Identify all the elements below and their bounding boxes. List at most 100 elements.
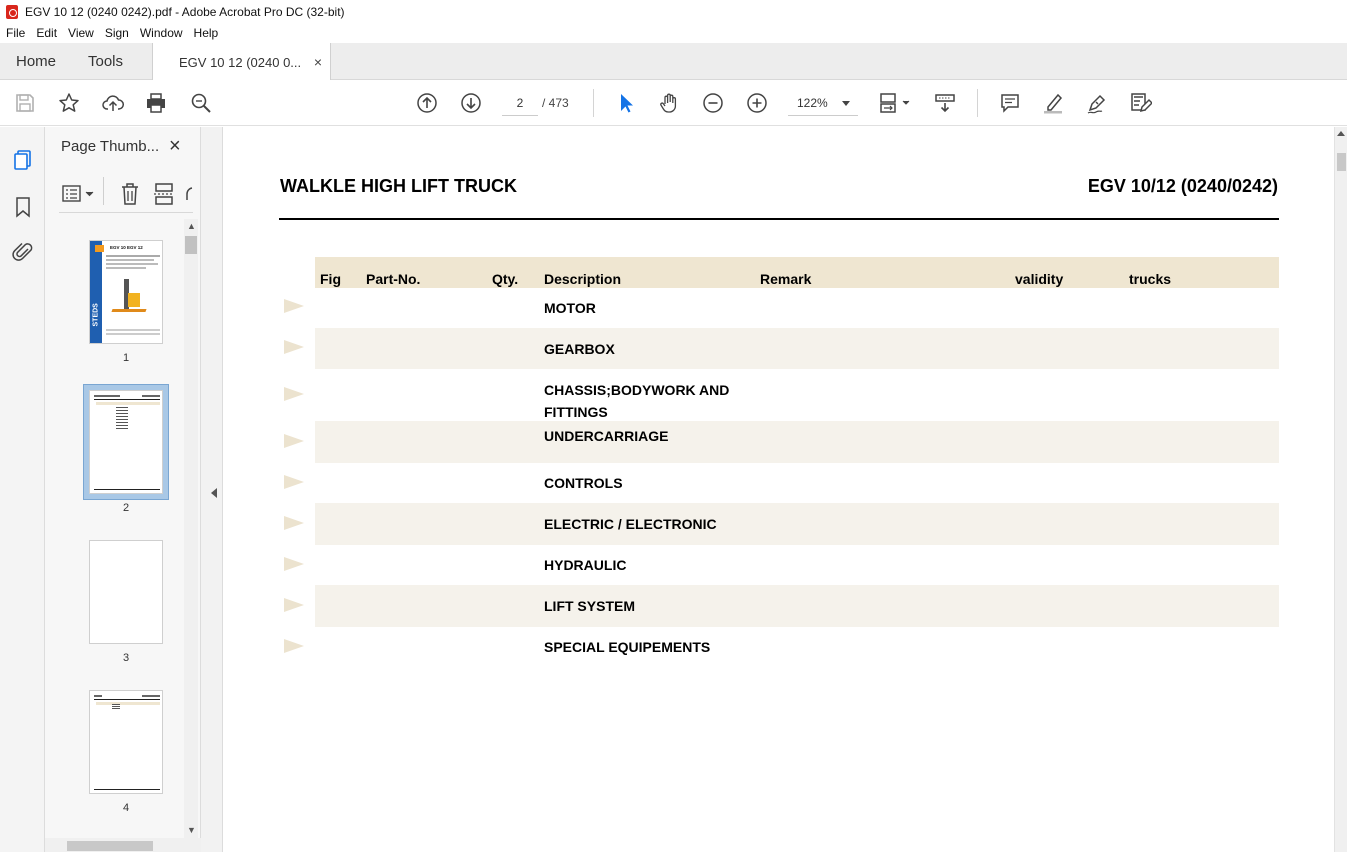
table-row: MOTOR — [315, 288, 1279, 328]
table-row: CONTROLS — [315, 463, 1279, 503]
page-fit-icon[interactable] — [877, 91, 913, 115]
menu-view[interactable]: View — [68, 26, 94, 40]
tab-tools[interactable]: Tools — [88, 43, 123, 80]
section-gearbox[interactable]: GEARBOX — [544, 338, 615, 360]
scroll-up-icon[interactable]: ▲ — [187, 221, 196, 231]
table-header: Fig Part-No. Qty. Description Remark val… — [315, 257, 1279, 288]
section-link-arrow-icon[interactable] — [284, 387, 304, 401]
page-thumbnails-icon[interactable] — [11, 148, 35, 172]
previous-page-icon[interactable] — [415, 91, 439, 115]
tool-divider — [103, 177, 104, 205]
page-thumbnail-1[interactable]: STEDS EGV 10 EGV 12 — [89, 240, 163, 344]
thumbnail-scrollbar[interactable]: ▲ ▼ — [184, 219, 198, 839]
cover-text-line — [106, 329, 160, 331]
cover-text-line — [106, 255, 160, 257]
scroll-mode-icon[interactable] — [933, 91, 957, 115]
scrollbar-handle[interactable] — [67, 841, 153, 851]
zoom-level-value: 122% — [797, 96, 828, 110]
section-electric-electronic[interactable]: ELECTRIC / ELECTRONIC — [544, 513, 717, 535]
print-icon[interactable] — [144, 91, 168, 115]
page-thumbnail-4[interactable] — [89, 690, 163, 794]
page-thumbnail-3[interactable] — [89, 540, 163, 644]
zoom-out-icon[interactable] — [701, 91, 725, 115]
toolbar-divider — [593, 89, 594, 117]
thumb-row-lines — [116, 407, 128, 429]
column-header-trucks: trucks — [1129, 271, 1172, 287]
zoom-level-dropdown[interactable]: 122% — [788, 90, 858, 116]
table-row: CHASSIS;BODYWORK AND FITTINGS — [315, 369, 1279, 421]
menu-edit[interactable]: Edit — [36, 26, 57, 40]
section-link-arrow-icon[interactable] — [284, 434, 304, 448]
thumbnail-options-icon[interactable] — [61, 182, 95, 206]
tab-close-icon[interactable]: × — [314, 54, 322, 70]
menu-sign[interactable]: Sign — [105, 26, 129, 40]
hand-tool-icon[interactable] — [657, 91, 681, 115]
bookmark-icon[interactable] — [11, 195, 35, 219]
window-title: EGV 10 12 (0240 0242).pdf - Adobe Acroba… — [25, 4, 345, 19]
scroll-down-icon[interactable]: ▼ — [187, 825, 196, 835]
toolbar-divider — [977, 89, 978, 117]
section-link-arrow-icon[interactable] — [284, 340, 304, 354]
upload-cloud-icon[interactable] — [101, 91, 125, 115]
section-undercarriage[interactable]: UNDERCARRIAGE — [544, 425, 668, 447]
section-chassis-bodywork[interactable]: CHASSIS;BODYWORK AND FITTINGS — [544, 379, 754, 423]
menu-window[interactable]: Window — [140, 26, 183, 40]
table-row: HYDRAULIC — [315, 545, 1279, 585]
scrollbar-handle[interactable] — [1337, 153, 1346, 171]
collapse-arrow-icon[interactable] — [211, 488, 217, 498]
tab-home[interactable]: Home — [16, 43, 56, 80]
thumbnail-horizontal-scrollbar[interactable] — [45, 838, 201, 852]
section-controls[interactable]: CONTROLS — [544, 472, 623, 494]
section-link-arrow-icon[interactable] — [284, 557, 304, 571]
section-link-arrow-icon[interactable] — [284, 639, 304, 653]
extract-pages-icon[interactable] — [153, 182, 175, 206]
section-lift-system[interactable]: LIFT SYSTEM — [544, 595, 635, 617]
cover-text-line — [106, 259, 154, 261]
cover-brand-text: STEDS — [92, 303, 100, 327]
table-row: LIFT SYSTEM — [315, 585, 1279, 627]
edit-document-icon[interactable] — [1129, 91, 1153, 115]
thumb-text-line — [94, 695, 102, 697]
panel-collapse-strip[interactable] — [201, 127, 223, 852]
select-cursor-icon[interactable] — [614, 91, 638, 115]
section-link-arrow-icon[interactable] — [284, 516, 304, 530]
table-row: UNDERCARRIAGE — [315, 421, 1279, 463]
highlight-pen-icon[interactable] — [1041, 91, 1065, 115]
menu-help[interactable]: Help — [194, 26, 219, 40]
section-link-arrow-icon[interactable] — [284, 299, 304, 313]
next-page-icon[interactable] — [459, 91, 483, 115]
document-scrollbar[interactable] — [1334, 127, 1347, 852]
save-icon[interactable] — [13, 91, 37, 115]
thumb-row-lines — [112, 704, 120, 710]
find-zoom-icon[interactable] — [189, 91, 213, 115]
attachment-icon[interactable] — [11, 240, 35, 264]
section-link-arrow-icon[interactable] — [284, 598, 304, 612]
tab-document[interactable]: EGV 10 12 (0240 0... × — [152, 43, 331, 81]
page-number-input[interactable]: 2 — [502, 90, 538, 116]
comment-icon[interactable] — [998, 91, 1022, 115]
page-thumbnail-2[interactable] — [89, 390, 163, 494]
scrollbar-handle[interactable] — [185, 236, 197, 254]
close-panel-icon[interactable]: × — [169, 135, 181, 158]
section-special-equipements[interactable]: SPECIAL EQUIPEMENTS — [544, 636, 710, 658]
section-link-arrow-icon[interactable] — [284, 475, 304, 489]
table-row: SPECIAL EQUIPEMENTS — [315, 627, 1279, 667]
page-thumbnails-panel: Page Thumb... × STEDS EGV 10 EGV 12 1 2 … — [45, 127, 201, 852]
title-bar: EGV 10 12 (0240 0242).pdf - Adobe Acroba… — [0, 0, 1347, 23]
thumbnail-number-2: 2 — [122, 502, 130, 514]
sign-pen-icon[interactable] — [1085, 91, 1109, 115]
section-motor[interactable]: MOTOR — [544, 297, 596, 319]
cover-truck-forks — [111, 309, 147, 312]
tab-document-label: EGV 10 12 (0240 0... — [179, 54, 302, 70]
rotate-page-icon[interactable] — [185, 182, 193, 206]
star-icon[interactable] — [57, 91, 81, 115]
document-model: EGV 10/12 (0240/0242) — [1087, 176, 1278, 196]
cover-text-line — [106, 333, 160, 335]
zoom-in-icon[interactable] — [745, 91, 769, 115]
scroll-up-icon[interactable] — [1337, 131, 1345, 136]
section-hydraulic[interactable]: HYDRAULIC — [544, 554, 626, 576]
thumbnail-number-3: 3 — [122, 652, 130, 664]
menu-file[interactable]: File — [6, 26, 25, 40]
table-row: GEARBOX — [315, 328, 1279, 369]
delete-page-icon[interactable] — [119, 182, 141, 206]
